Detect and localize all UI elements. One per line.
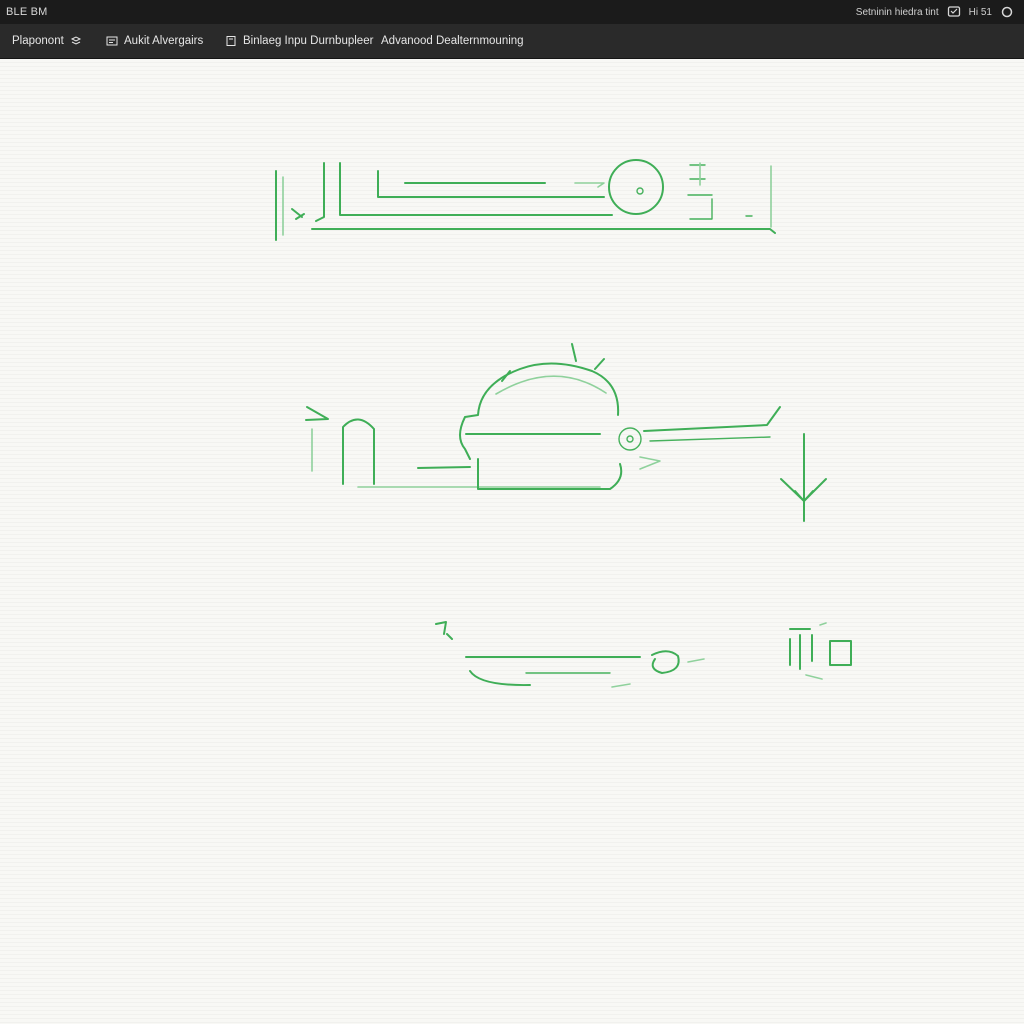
sketch-group-middle — [305, 343, 827, 522]
drawing-canvas[interactable] — [0, 59, 1024, 1024]
power-icon[interactable] — [1000, 5, 1014, 19]
tool-advanood[interactable]: Advanood Dealternmouning — [381, 24, 524, 58]
tool-binlaeg-inpu[interactable]: Binlaeg Inpu Durnbupleer — [225, 24, 373, 58]
window-icon[interactable] — [947, 5, 961, 19]
tool-label: Binlaeg Inpu Durnbupleer — [243, 35, 374, 47]
panel-icon — [106, 35, 118, 47]
app-title: BLE BM — [6, 6, 48, 18]
tool-aukit-alvergairs[interactable]: Aukit Alvergairs — [106, 24, 203, 58]
toolbar: Plaponont Aukit Alvergairs Binlaeg Inpu … — [0, 24, 1024, 59]
tool-label: Aukit Alvergairs — [124, 35, 204, 47]
title-bar: BLE BM Setninin hiedra tint Hi 51 — [0, 0, 1024, 24]
sketch-group-bottom — [435, 621, 852, 688]
title-bar-status-area: Setninin hiedra tint Hi 51 — [856, 4, 1014, 20]
tool-plaponont[interactable]: Plaponont — [12, 24, 82, 58]
sketch-group-top — [275, 159, 776, 241]
layers-icon — [70, 35, 82, 47]
tool-label: Advanood Dealternmouning — [381, 35, 524, 47]
sketch-layer — [275, 159, 852, 688]
document-icon — [225, 35, 237, 47]
tool-label: Plaponont — [12, 35, 64, 47]
status-text: Setninin hiedra tint — [855, 6, 939, 18]
indicator-label: Hi 51 — [968, 6, 992, 18]
